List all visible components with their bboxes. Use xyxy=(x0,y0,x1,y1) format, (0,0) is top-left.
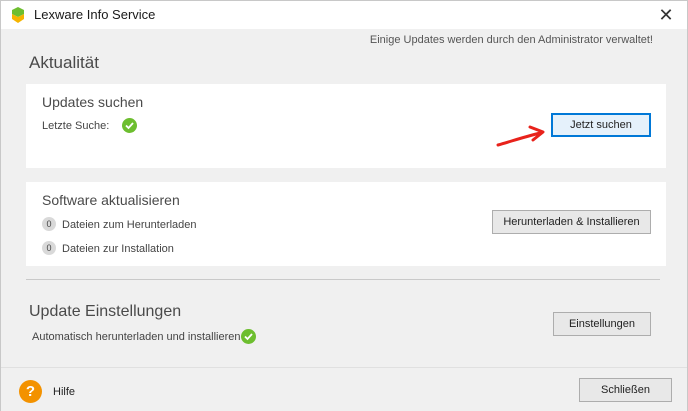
help-link[interactable]: Hilfe xyxy=(53,386,75,398)
footer: ? Hilfe Schließen xyxy=(1,367,687,411)
install-count-badge: 0 xyxy=(42,241,56,255)
admin-note: Einige Updates werden durch den Administ… xyxy=(369,34,653,46)
install-files-label: Dateien zur Installation xyxy=(62,243,174,255)
close-icon[interactable]: ✕ xyxy=(651,1,681,29)
download-install-button[interactable]: Herunterladen & Installieren xyxy=(492,210,651,234)
title-bar[interactable]: Lexware Info Service ✕ xyxy=(1,1,687,29)
software-update-title: Software aktualisieren xyxy=(42,192,180,208)
last-search-label: Letzte Suche: xyxy=(42,120,110,132)
settings-button[interactable]: Einstellungen xyxy=(553,312,651,336)
app-icon xyxy=(10,6,26,24)
arrow-annotation-icon xyxy=(496,125,545,147)
checkmark-icon xyxy=(241,329,256,344)
checkmark-icon xyxy=(122,118,137,133)
updates-search-title: Updates suchen xyxy=(42,94,144,110)
window-title: Lexware Info Service xyxy=(34,7,156,22)
updates-search-panel: Updates suchen Letzte Suche: Jetzt suche… xyxy=(26,84,666,168)
download-files-label: Dateien zum Herunterladen xyxy=(62,219,197,231)
update-settings-title: Update Einstellungen xyxy=(29,303,182,320)
help-icon[interactable]: ? xyxy=(19,380,42,403)
close-button[interactable]: Schließen xyxy=(579,378,672,402)
search-now-button[interactable]: Jetzt suchen xyxy=(551,113,651,137)
auto-install-label: Automatisch herunterladen und installier… xyxy=(32,331,241,343)
section-title-aktualitaet: Aktualität xyxy=(29,53,99,72)
software-update-panel: Software aktualisieren 0 Dateien zum Her… xyxy=(26,182,666,266)
divider xyxy=(26,279,660,280)
app-window: Lexware Info Service ✕ Einige Updates we… xyxy=(0,0,688,411)
download-count-badge: 0 xyxy=(42,217,56,231)
